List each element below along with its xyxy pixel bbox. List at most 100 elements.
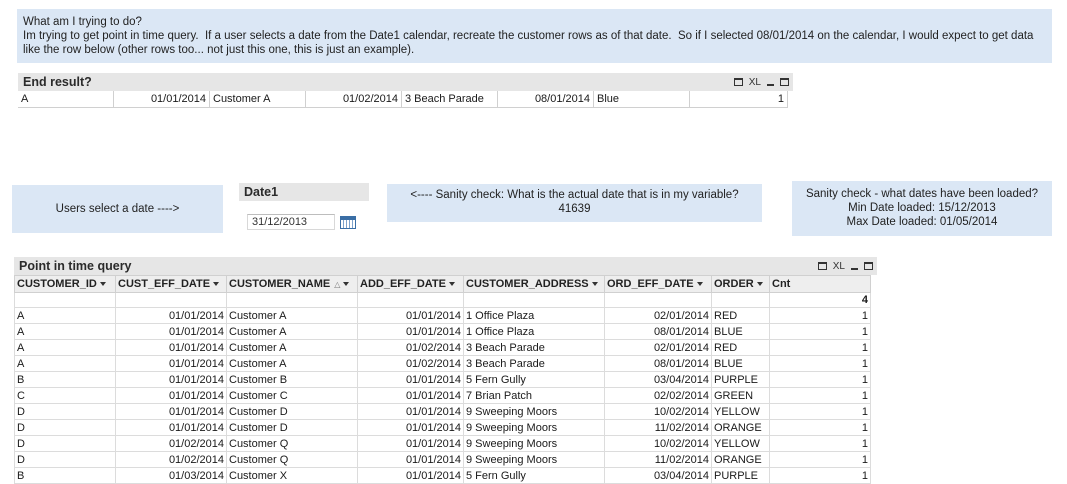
xl-export-icon[interactable]: XL	[749, 77, 761, 88]
table-cell: 01/01/2014	[115, 323, 227, 340]
pit-caption[interactable]: Point in time query XL	[14, 257, 877, 275]
table-row[interactable]: A 01/01/2014 Customer A 01/01/2014 1 Office …	[14, 323, 871, 340]
table-row[interactable]: B 01/01/2014 Customer B 01/01/2014 5 Fern Gu…	[14, 371, 871, 388]
date1-inputbox[interactable]: Date1	[239, 183, 369, 230]
sanity-dates-textbox: Sanity check - what dates have been load…	[792, 181, 1052, 236]
end-result-cell: 1	[690, 91, 788, 107]
table-cell: 9 Sweeping Moors	[463, 419, 605, 436]
dropdown-icon[interactable]	[448, 282, 455, 287]
dropdown-icon[interactable]	[756, 282, 763, 287]
table-cell: 02/02/2014	[604, 387, 712, 404]
point-in-time-table[interactable]: Point in time query XL CUSTOMER_ID CUST_…	[14, 257, 877, 484]
pit-title: Point in time query	[19, 259, 132, 273]
table-row[interactable]: D 01/01/2014 Customer D 01/01/2014 9 Sweepin…	[14, 419, 871, 436]
table-cell: 01/01/2014	[115, 307, 227, 324]
table-cell: 3 Beach Parade	[463, 355, 605, 372]
dropdown-icon[interactable]	[343, 282, 350, 287]
table-cell: 01/01/2014	[357, 307, 464, 324]
table-cell: 1	[769, 339, 871, 356]
table-cell: 01/01/2014	[115, 339, 227, 356]
table-cell: 10/02/2014	[604, 403, 712, 420]
xl-export-icon[interactable]: XL	[833, 261, 845, 272]
table-cell: 01/02/2014	[115, 435, 227, 452]
table-cell: 5 Fern Gully	[463, 467, 605, 484]
users-select-text: Users select a date ---->	[55, 203, 180, 215]
table-cell: 08/01/2014	[604, 323, 712, 340]
pit-grid: CUSTOMER_ID CUST_EFF_DATE CUSTOMER_NAME △…	[14, 275, 871, 484]
table-cell: 03/04/2014	[604, 467, 712, 484]
table-cell: 1	[769, 323, 871, 340]
table-row[interactable]: D 01/01/2014 Customer D 01/01/2014 9 Sweepin…	[14, 403, 871, 420]
col-header-customer-address[interactable]: CUSTOMER_ADDRESS	[463, 275, 605, 293]
table-cell: 01/01/2014	[357, 371, 464, 388]
minimize-icon[interactable]	[851, 268, 858, 270]
table-cell: YELLOW	[711, 435, 770, 452]
end-result-caption[interactable]: End result? XL	[18, 73, 793, 91]
col-header-cnt[interactable]: Cnt	[769, 275, 871, 293]
table-cell: B	[14, 467, 116, 484]
table-row[interactable]: D 01/02/2014 Customer Q 01/01/2014 9 Sweepin…	[14, 435, 871, 452]
table-cell: GREEN	[711, 387, 770, 404]
dropdown-icon[interactable]	[99, 282, 106, 287]
table-cell: RED	[711, 339, 770, 356]
table-cell: 01/01/2014	[357, 451, 464, 468]
sanity-dates-label: Sanity check - what dates have been load…	[805, 188, 1039, 200]
table-row[interactable]: C 01/01/2014 Customer C 01/01/2014 7 Brian P…	[14, 387, 871, 404]
end-result-title: End result?	[23, 75, 92, 89]
table-cell: C	[14, 387, 116, 404]
table-cell: 3 Beach Parade	[463, 339, 605, 356]
table-cell: 01/01/2014	[357, 435, 464, 452]
table-cell: 01/02/2014	[115, 451, 227, 468]
table-cell: Customer Q	[226, 435, 358, 452]
min-date-label: Min Date loaded: 15/12/2013	[848, 202, 996, 214]
table-cell: 9 Sweeping Moors	[463, 451, 605, 468]
sanity-variable-label: <---- Sanity check: What is the actual d…	[410, 189, 739, 201]
minimize-icon[interactable]	[767, 84, 774, 86]
end-result-table[interactable]: End result? XL A 01/01/2014 Customer A 0…	[18, 73, 793, 109]
table-cell: A	[14, 323, 116, 340]
users-select-textbox: Users select a date ---->	[12, 185, 223, 233]
calendar-icon[interactable]	[340, 215, 356, 229]
table-cell: 1	[769, 419, 871, 436]
table-cell: 02/01/2014	[604, 307, 712, 324]
table-cell: Customer X	[226, 467, 358, 484]
table-row[interactable]: A 01/01/2014 Customer A 01/02/2014 3 Beach P…	[14, 339, 871, 356]
dropdown-icon[interactable]	[591, 282, 598, 287]
question-textbox: What am I trying to do? Im trying to get…	[17, 9, 1052, 63]
col-header-customer-id[interactable]: CUSTOMER_ID	[14, 275, 116, 293]
print-icon[interactable]	[817, 262, 827, 270]
table-row[interactable]: A 01/01/2014 Customer A 01/01/2014 1 Office …	[14, 307, 871, 324]
dropdown-icon[interactable]	[696, 282, 703, 287]
table-row[interactable]: A 01/01/2014 Customer A 01/02/2014 3 Beach P…	[14, 355, 871, 372]
date1-field[interactable]	[247, 213, 357, 231]
col-header-cust-eff-date[interactable]: CUST_EFF_DATE	[115, 275, 227, 293]
table-cell: ORANGE	[711, 451, 770, 468]
table-cell: 9 Sweeping Moors	[463, 435, 605, 452]
table-cell: D	[14, 451, 116, 468]
table-cell: 1 Office Plaza	[463, 323, 605, 340]
col-header-order[interactable]: ORDER	[711, 275, 770, 293]
table-cell: 9 Sweeping Moors	[463, 403, 605, 420]
table-cell: 1	[769, 371, 871, 388]
question-body: Im trying to get point in time query. If…	[23, 30, 1037, 56]
col-header-customer-name[interactable]: CUSTOMER_NAME △	[226, 275, 358, 293]
date1-input[interactable]	[247, 214, 335, 230]
col-header-ord-eff-date[interactable]: ORD_EFF_DATE	[604, 275, 712, 293]
table-row[interactable]: D 01/02/2014 Customer Q 01/01/2014 9 Sweepin…	[14, 451, 871, 468]
print-icon[interactable]	[733, 78, 743, 86]
table-cell: 1	[769, 403, 871, 420]
dropdown-icon[interactable]	[213, 282, 220, 287]
maximize-icon[interactable]	[864, 262, 873, 270]
maximize-icon[interactable]	[780, 78, 789, 86]
total-row: 4	[14, 292, 871, 308]
table-cell: 1 Office Plaza	[463, 307, 605, 324]
end-result-row: A 01/01/2014 Customer A 01/02/2014 3 Bea…	[18, 91, 788, 108]
table-row[interactable]: B 01/03/2014 Customer X 01/01/2014 5 Fern Gu…	[14, 467, 871, 484]
table-cell: 01/01/2014	[115, 371, 227, 388]
table-cell: Customer Q	[226, 451, 358, 468]
table-cell: 7 Brian Patch	[463, 387, 605, 404]
table-cell: B	[14, 371, 116, 388]
col-header-add-eff-date[interactable]: ADD_EFF_DATE	[357, 275, 464, 293]
table-cell: 01/01/2014	[115, 355, 227, 372]
table-cell: 5 Fern Gully	[463, 371, 605, 388]
